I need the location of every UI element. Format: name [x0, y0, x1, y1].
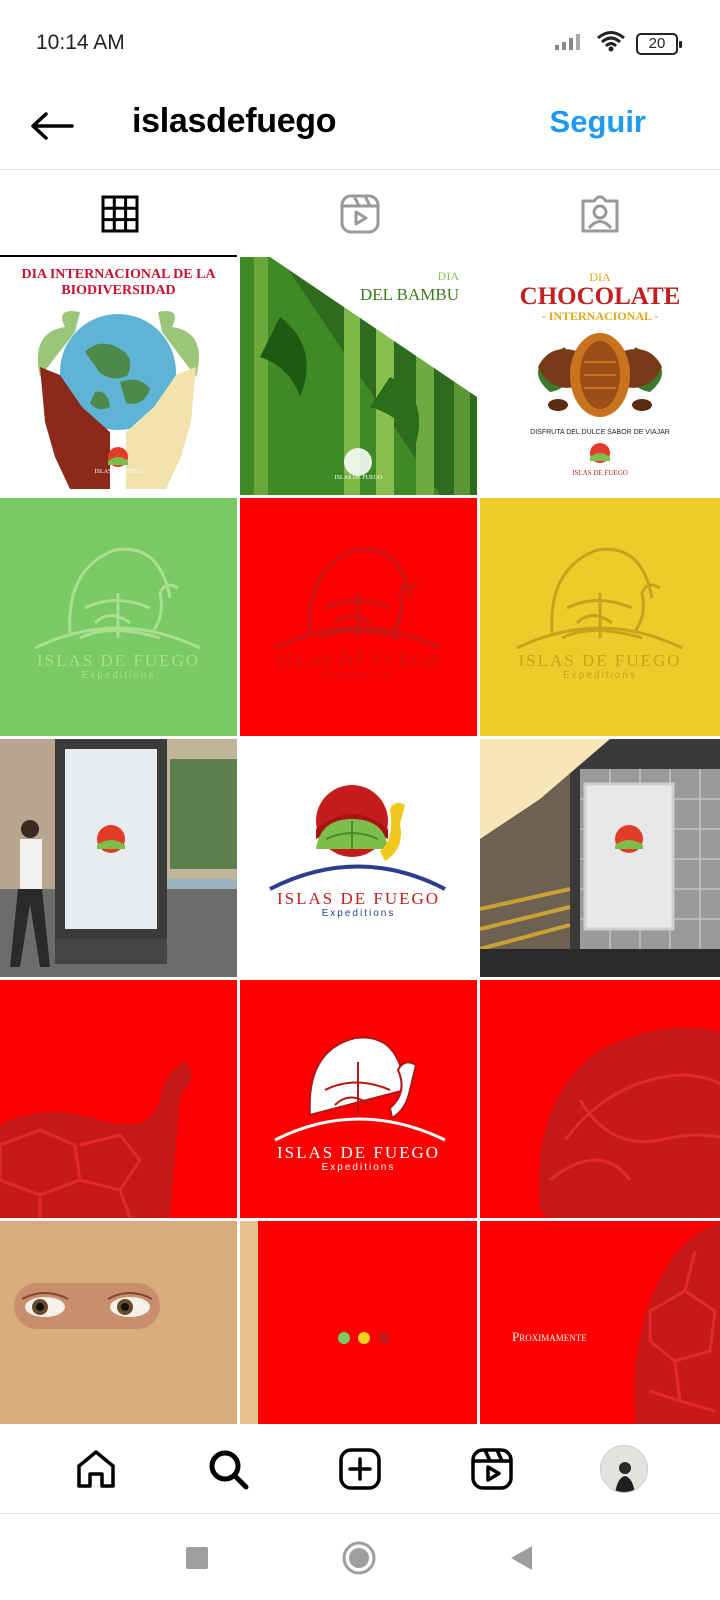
post-logo-yellow[interactable]: ISLAS DE FUEGO Expeditions: [480, 498, 720, 736]
search-icon: [209, 1450, 249, 1489]
grid-icon: [101, 195, 139, 233]
reels-icon: [471, 1447, 513, 1490]
nav-create[interactable]: [330, 1439, 390, 1499]
post-logo-color[interactable]: ISLAS DE FUEGO Expeditions: [240, 739, 477, 977]
logo-subtitle: Expeditions: [81, 670, 156, 681]
wifi-icon: [596, 30, 626, 57]
status-icons: 20: [554, 30, 682, 57]
logo-subtitle: Expeditions: [563, 670, 637, 681]
profile-username: islasdefuego: [132, 102, 337, 140]
home-icon: [77, 1449, 115, 1488]
post-tortoise-closeup-left[interactable]: [0, 980, 237, 1218]
nav-search[interactable]: [198, 1439, 258, 1499]
home-button[interactable]: [342, 1541, 376, 1575]
square-icon: [186, 1546, 208, 1569]
post-brand: ISLAS DE FUEGO: [94, 469, 143, 475]
biodiversity-illustration: [37, 311, 199, 489]
tab-tagged[interactable]: [480, 171, 720, 257]
tortoise-logo-white: [274, 1036, 446, 1142]
battery-indicator: 20: [636, 32, 682, 55]
post-brand: ISLAS DE FUEGO: [334, 475, 383, 481]
back-nav-button[interactable]: [509, 1545, 535, 1571]
tab-grid[interactable]: [0, 171, 240, 257]
tortoise-logo: [34, 547, 201, 650]
signal-icon: [554, 31, 586, 56]
post-logo-green[interactable]: ISLAS DE FUEGO Expeditions: [0, 498, 237, 736]
post-biodiversity[interactable]: DIA INTERNACIONAL DE LA BIODIVERSIDAD IS…: [0, 257, 237, 495]
nav-profile[interactable]: [594, 1439, 654, 1499]
profile-avatar: [600, 1444, 648, 1493]
eyes-peeking-photo: [0, 1221, 237, 1424]
profile-header: islasdefuego Seguir: [0, 88, 720, 170]
logo-subtitle: Expeditions: [321, 1162, 396, 1173]
post-caption: DISFRUTA DEL DULCE SABOR DE VIAJAR: [530, 429, 670, 436]
post-coming-soon[interactable]: Proximamente: [480, 1221, 720, 1424]
profile-tabs: [0, 171, 720, 257]
tortoise-pattern: [634, 1223, 720, 1424]
post-subway-billboard[interactable]: [480, 739, 720, 977]
coming-soon-label: Proximamente: [512, 1329, 587, 1344]
reels-icon: [340, 194, 380, 234]
bottom-navigation: [0, 1424, 720, 1514]
status-time: 10:14 AM: [36, 31, 125, 54]
post-dots-teaser[interactable]: [240, 1221, 477, 1424]
nav-home[interactable]: [66, 1439, 126, 1499]
post-logo-red[interactable]: ISLAS DE FUEGO Expeditions: [240, 498, 477, 736]
street-billboard-photo: [0, 739, 237, 977]
tortoise-logo: [516, 547, 683, 650]
tortoise-pattern: [0, 1062, 192, 1218]
logo-brand: ISLAS DE FUEGO: [276, 1143, 441, 1162]
tortoise-logo-color: [269, 785, 446, 891]
subway-billboard-photo: [480, 739, 720, 977]
posts-grid: DIA INTERNACIONAL DE LA BIODIVERSIDAD IS…: [0, 257, 720, 1424]
system-navigation: [0, 1515, 720, 1600]
logo-subtitle: Expeditions: [321, 908, 396, 919]
dots-teaser-graphic: [258, 1221, 477, 1424]
nav-reels[interactable]: [462, 1439, 522, 1499]
triangle-back-icon: [511, 1545, 532, 1570]
tagged-icon: [581, 195, 619, 233]
logo-brand: ISLAS DE FUEGO: [276, 889, 441, 908]
tab-reels[interactable]: [240, 171, 480, 257]
recents-button[interactable]: [185, 1546, 209, 1570]
logo-subtitle: Expeditions: [321, 670, 396, 681]
post-line1: DIA: [437, 269, 459, 283]
follow-button[interactable]: Seguir: [550, 104, 646, 140]
logo-brand: ISLAS DE FUEGO: [276, 651, 441, 670]
post-eyes-teaser[interactable]: [0, 1221, 237, 1424]
circle-icon: [342, 1541, 376, 1574]
post-brand: ISLAS DE FUEGO: [572, 469, 628, 477]
post-line2: DEL BAMBU: [359, 285, 459, 304]
post-logo-white[interactable]: ISLAS DE FUEGO Expeditions: [240, 980, 477, 1218]
tortoise-logo: [274, 547, 441, 650]
post-chocolate[interactable]: DIA CHOCOLATE - INTERNACIONAL - DISFRUTA…: [480, 257, 720, 495]
tortoise-pattern: [538, 1027, 720, 1218]
logo-brand: ISLAS DE FUEGO: [518, 651, 682, 670]
create-icon: [339, 1447, 381, 1490]
status-bar: 10:14 AM 20: [0, 0, 720, 88]
post-tortoise-closeup-right[interactable]: [480, 980, 720, 1218]
post-bamboo[interactable]: DIA DEL BAMBU ISLAS DE FUEGO: [240, 257, 477, 495]
back-button[interactable]: [28, 102, 76, 150]
logo-brand: ISLAS DE FUEGO: [36, 651, 201, 670]
cacao-illustration: [538, 333, 662, 463]
arrow-left-icon: [31, 112, 74, 140]
post-street-billboard[interactable]: [0, 739, 237, 977]
